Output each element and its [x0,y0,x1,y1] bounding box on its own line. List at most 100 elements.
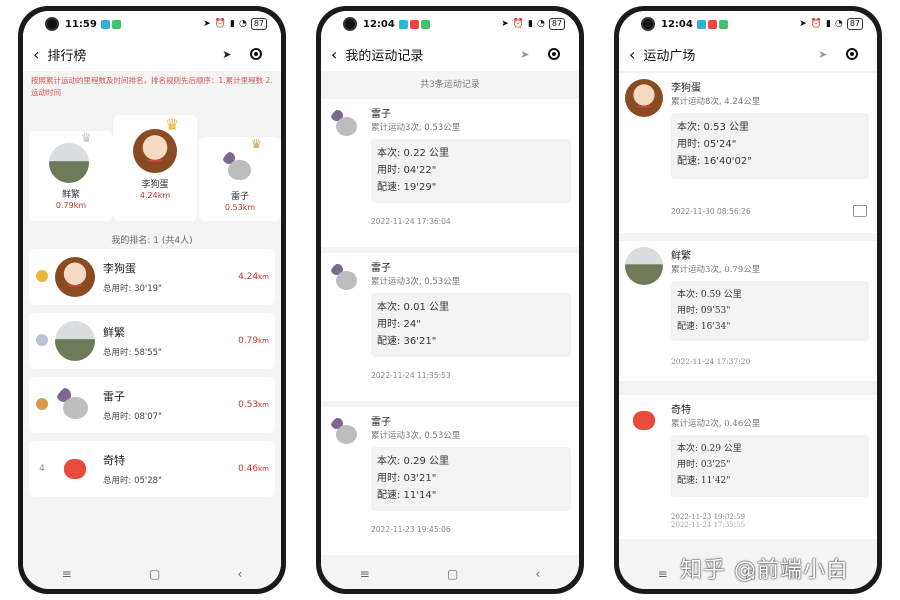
wechat-icon [420,19,430,29]
home-icon[interactable]: ▢ [149,567,160,581]
rank-time: 总用时: 05'28" [103,476,162,486]
app-badge-icon [409,19,419,29]
avatar [329,261,363,295]
record-duration: 用时: 04'22" [377,165,437,176]
menu-icon[interactable]: ≡ [360,567,370,581]
phone-square: 12:04 ➤ ⏰ ▮ ◔ 87 ‹ 运动广场 ➤ 李狗蛋 累计运动8次, 4.… [614,6,882,594]
silver-crown-icon: ♛ [81,131,92,145]
post-card[interactable]: 李狗蛋 累计运动8次, 4.24公里 本次: 0.53 公里 用时: 05'24… [619,73,877,233]
rank-name: 李狗蛋 [103,262,136,275]
post-name: 鲜繁 [671,251,691,262]
avatar [329,107,363,141]
post-date: 2022-11-30 08:56:26 [671,207,751,216]
rank-time: 总用时: 30'19" [103,284,162,294]
status-time: 12:04 [661,18,693,30]
list-item[interactable]: 鲜繁 总用时: 58'55" 0.79km [29,313,275,369]
alarm-icon: ⏰ [810,19,822,29]
rank-km: 0.53km [238,400,269,410]
status-bar: 12:04 ➤ ⏰ ▮ ◔ 87 [321,11,579,37]
location-icon: ➤ [799,19,807,29]
post-detail: 本次: 0.53 公里 用时: 05'24" 配速: 16'40'02" [671,113,869,179]
rank-km: 4.24km [238,272,269,282]
menu-icon[interactable]: ≡ [62,567,72,581]
podium-second[interactable]: ♛ 鲜繁 0.79km [29,131,113,221]
notification-icon [100,19,110,29]
page-title: 我的运动记录 [345,48,424,64]
wifi-icon: ◔ [238,19,247,29]
alarm-icon: ⏰ [512,19,524,29]
capsule-menu: ➤ [809,43,867,65]
back-icon[interactable]: ‹ [629,45,635,64]
alarm-icon: ⏰ [214,19,226,29]
menu-icon[interactable]: ≡ [658,567,668,581]
location-icon: ➤ [203,19,211,29]
record-duration: 用时: 03'21" [377,473,437,484]
podium-km: 0.79km [55,201,87,210]
nav-bar: ‹ 运动广场 ➤ [619,37,877,71]
record-distance: 本次: 0.29 公里 [377,456,449,467]
image-icon[interactable] [853,205,867,217]
back-nav-icon[interactable]: ‹ [238,567,243,581]
podium-third[interactable]: ♛ 雷子 0.53km [199,137,281,221]
record-card[interactable]: 雷子 累计运动3次, 0.53公里 本次: 0.01 公里 用时: 24" 配速… [321,253,579,401]
close-mini-program-icon[interactable] [845,48,858,60]
location-arrow-icon[interactable]: ➤ [222,48,231,61]
post-total: 累计运动8次, 4.24公里 [671,97,761,107]
list-item[interactable]: 4 奇特 总用时: 05'28" 0.46km [29,441,275,497]
location-arrow-icon[interactable]: ➤ [520,48,529,61]
post-date: 2022-11-23 19:02:59 [671,513,746,521]
avatar [625,79,663,117]
record-detail: 本次: 0.01 公里 用时: 24" 配速: 36'21" [371,293,571,357]
podium-km: 4.24km [139,191,171,200]
podium-name: 李狗蛋 [141,180,169,190]
avatar [625,401,663,439]
back-nav-icon[interactable]: ‹ [536,567,541,581]
screen-ranking: 11:59 ➤ ⏰ ▮ ◔ 87 ‹ 排行榜 ➤ 按照累计运动的里程数及时间排名… [23,11,281,589]
rank-info: 鲜繁 总用时: 58'55" [103,324,238,358]
bronze-crown-icon: ♛ [251,137,262,151]
post-date: 2022-11-24 17:37:20 [671,357,751,366]
avatar [221,149,257,185]
rank-name: 鲜繁 [103,326,125,339]
record-pace: 配速: 11'14" [377,490,437,501]
list-item[interactable]: 雷子 总用时: 08'07" 0.53km [29,377,275,433]
signal-icon: ▮ [528,19,533,29]
back-icon[interactable]: ‹ [33,45,39,64]
avatar [55,385,95,425]
rank-info: 雷子 总用时: 08'07" [103,388,238,422]
back-icon[interactable]: ‹ [331,45,337,64]
camera-hole [343,17,357,31]
bronze-medal-icon [35,397,49,413]
record-date: 2022-11-24 17:36:04 [371,217,451,226]
post-pace: 配速: 11'42" [677,476,731,486]
post-total: 累计运动2次, 0.46公里 [671,419,761,429]
rank-list: 李狗蛋 总用时: 30'19" 4.24km 鲜繁 总用时: 58'55" 0.… [29,249,275,505]
signal-icon: ▮ [826,19,831,29]
record-total: 累计运动3次, 0.53公里 [371,123,461,133]
post-card[interactable]: 鲜繁 累计运动3次, 0.79公里 本次: 0.59 公里 用时: 09'53"… [619,241,877,381]
list-item[interactable]: 李狗蛋 总用时: 30'19" 4.24km [29,249,275,305]
home-icon[interactable]: ▢ [447,567,458,581]
close-mini-program-icon[interactable] [547,48,560,60]
camera-hole [641,17,655,31]
gold-medal-icon [35,269,49,285]
post-distance: 本次: 0.59 公里 [677,290,742,300]
close-mini-program-icon[interactable] [249,48,262,60]
location-arrow-icon[interactable]: ➤ [818,48,827,61]
podium-first[interactable]: ♛ 李狗蛋 4.24km [113,115,197,221]
record-distance: 本次: 0.22 公里 [377,148,449,159]
status-time: 11:59 [65,18,97,30]
post-name: 奇特 [671,405,691,416]
battery-icon: 87 [548,18,565,30]
post-pace: 配速: 16'34" [677,322,731,332]
post-card[interactable]: 奇特 累计运动2次, 0.46公里 本次: 0.29 公里 用时: 03'25"… [619,395,877,539]
status-icons: ➤ ⏰ ▮ ◔ 87 [799,18,863,30]
avatar [133,129,177,173]
record-card[interactable]: 雷子 累计运动3次, 0.53公里 本次: 0.22 公里 用时: 04'22"… [321,99,579,247]
rank-name: 奇特 [103,454,125,467]
rank-info: 奇特 总用时: 05'28" [103,452,238,486]
avatar [329,415,363,449]
record-card[interactable]: 雷子 累计运动3次, 0.53公里 本次: 0.29 公里 用时: 03'21"… [321,407,579,555]
avatar [55,449,95,489]
page-title: 排行榜 [47,48,87,64]
